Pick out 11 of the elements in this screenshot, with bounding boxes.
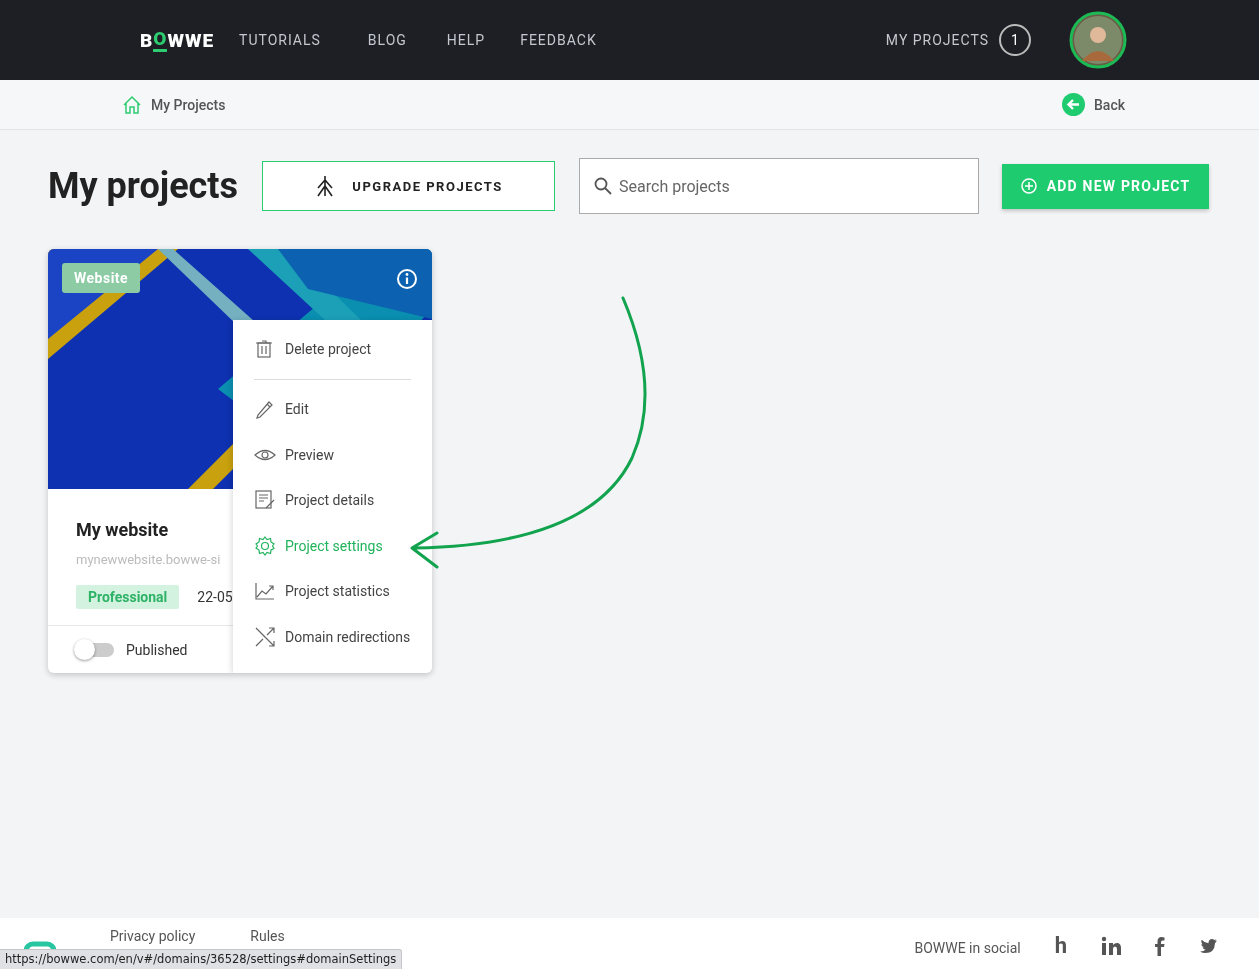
project-date: 22-05 (197, 589, 233, 605)
social-label: BOWWE in social (914, 940, 1021, 956)
count-badge: 1 (999, 24, 1031, 56)
project-type-badge: Website (62, 263, 141, 293)
status-tooltip: https://bowwe.com/en/v#/domains/36528/settings#domainSettings (0, 949, 403, 969)
project-domain: mynewwebsite.bowwe-si (76, 552, 222, 567)
plan-tag: Professional (76, 585, 180, 609)
toggle-label: Published (126, 641, 188, 658)
breadcrumb-label: My Projects (151, 96, 226, 113)
project-name: My website (76, 519, 170, 540)
page-title: My projects (48, 165, 239, 207)
